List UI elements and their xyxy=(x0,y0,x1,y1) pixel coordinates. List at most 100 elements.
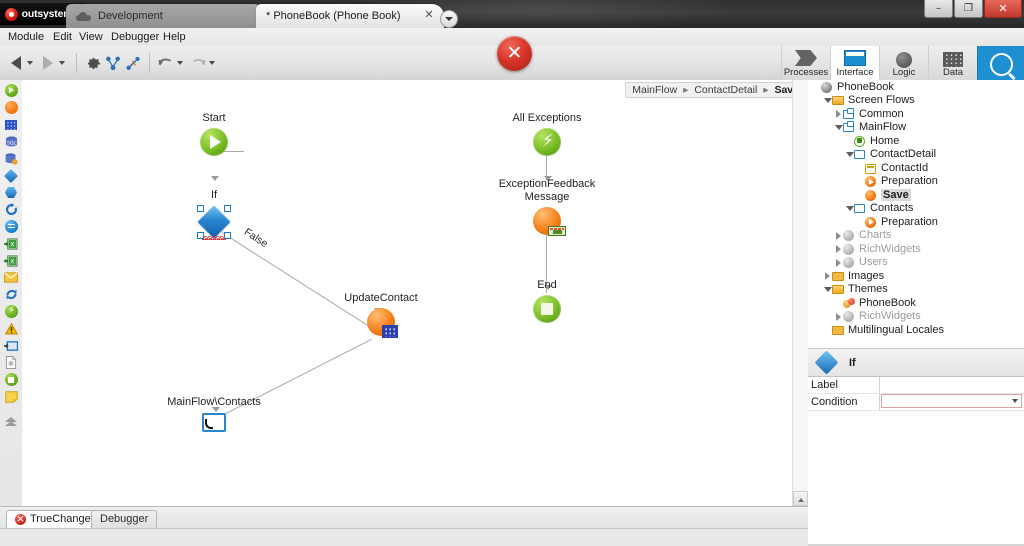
chevron-down-icon[interactable] xyxy=(823,285,832,294)
tree-item-charts[interactable]: Charts xyxy=(808,229,1024,243)
toolbox-external-site[interactable] xyxy=(0,354,22,371)
chevron-right-icon[interactable] xyxy=(834,231,843,240)
property-row-label[interactable]: Label xyxy=(808,377,1024,394)
tree-item-mainflow[interactable]: MainFlow xyxy=(808,121,1024,135)
undo-button[interactable] xyxy=(156,50,176,76)
back-dropdown-icon[interactable] xyxy=(27,61,33,65)
chevron-down-icon[interactable] xyxy=(823,96,832,105)
undo-dropdown-icon[interactable] xyxy=(177,61,183,65)
toolbox-for-each[interactable] xyxy=(0,201,22,218)
flow-node-start[interactable]: Start xyxy=(200,112,228,156)
tree-item-contactid[interactable]: ContactId xyxy=(808,161,1024,175)
scroll-up-button[interactable] xyxy=(793,491,808,506)
tree-item-themes[interactable]: Themes xyxy=(808,283,1024,297)
chevron-right-icon[interactable] xyxy=(834,312,843,321)
tree-item-phonebook[interactable]: PhoneBook xyxy=(808,296,1024,310)
chevron-right-icon[interactable] xyxy=(823,271,832,281)
maximize-button[interactable]: ❐ xyxy=(954,0,983,18)
tree-item-users[interactable]: Users xyxy=(808,256,1024,270)
flow-node-end[interactable]: End xyxy=(533,279,561,323)
collapse-toolbox-button[interactable] xyxy=(0,413,22,430)
selection-handle-bl[interactable] xyxy=(197,232,204,239)
chevron-down-icon[interactable] xyxy=(845,204,854,213)
close-icon[interactable]: ✕ xyxy=(424,10,434,21)
selection-handle-tr[interactable] xyxy=(224,205,231,212)
flow-node-exception-feedback-message[interactable]: ExceptionFeedback Message xyxy=(499,178,595,236)
tree-item-images[interactable]: Images xyxy=(808,269,1024,283)
section-button-processes[interactable]: Processes xyxy=(781,46,830,80)
forward-dropdown-icon[interactable] xyxy=(59,61,65,65)
chevron-down-icon[interactable] xyxy=(834,123,843,132)
property-value-label[interactable] xyxy=(880,377,1024,393)
tree-item-contactdetail[interactable]: ContactDetail xyxy=(808,148,1024,162)
tree-item-preparation[interactable]: Preparation xyxy=(808,215,1024,229)
tree-item-preparation[interactable]: Preparation xyxy=(808,175,1024,189)
toolbox-assign[interactable] xyxy=(0,218,22,235)
canvas-vertical-scrollbar[interactable] xyxy=(792,80,808,506)
property-row-condition[interactable]: Condition xyxy=(808,394,1024,411)
menu-item-help[interactable]: Help xyxy=(163,31,186,43)
tab-development[interactable]: Development xyxy=(66,4,266,28)
menu-item-module[interactable]: Module xyxy=(8,31,44,43)
tree-item-screen-flows[interactable]: Screen Flows xyxy=(808,94,1024,108)
tree-item-phonebook[interactable]: PhoneBook xyxy=(808,80,1024,94)
menu-item-edit[interactable]: Edit xyxy=(53,31,72,43)
section-button-interface[interactable]: Interface xyxy=(830,46,879,80)
toolbox-excel-export[interactable]: X xyxy=(0,252,22,269)
toolbox-refresh-query[interactable] xyxy=(0,286,22,303)
element-tree[interactable]: PhoneBook Screen Flows Common MainFlow Home C… xyxy=(808,80,1024,349)
selection-handle-br[interactable] xyxy=(224,232,231,239)
property-value-condition[interactable] xyxy=(880,394,1024,410)
breadcrumb-part-contactdetail[interactable]: ContactDetail xyxy=(694,84,757,96)
chevron-right-icon[interactable] xyxy=(834,109,843,119)
tree-item-richwidgets[interactable]: RichWidgets xyxy=(808,242,1024,256)
condition-input[interactable] xyxy=(881,394,1022,408)
tree-item-save[interactable]: Save xyxy=(808,188,1024,202)
toolbox-exception-handler[interactable]: ⚡ xyxy=(0,303,22,320)
toolbox-switch[interactable] xyxy=(0,184,22,201)
redo-button[interactable] xyxy=(188,50,208,76)
tab-phonebook[interactable]: * PhoneBook (Phone Book) ✕ xyxy=(256,4,444,28)
toolbox-sql[interactable]: SQL xyxy=(0,133,22,150)
toolbox-aggregate[interactable] xyxy=(0,116,22,133)
toolbox-send-email[interactable] xyxy=(0,269,22,286)
chevron-down-icon[interactable] xyxy=(440,10,458,28)
flow-node-updatecontact[interactable]: UpdateContact xyxy=(344,292,418,338)
forward-button[interactable] xyxy=(38,50,58,76)
toolbox-excel-import[interactable]: X xyxy=(0,235,22,252)
toolbox-comment[interactable] xyxy=(0,388,22,405)
section-button-logic[interactable]: Logic xyxy=(879,46,928,80)
tab-debugger[interactable]: Debugger xyxy=(91,510,158,528)
tree-item-home[interactable]: Home xyxy=(808,134,1024,148)
toolbox-destination[interactable] xyxy=(0,337,22,354)
chevron-right-icon[interactable] xyxy=(834,258,843,267)
toolbox-end[interactable] xyxy=(0,371,22,388)
section-button-data[interactable]: Data xyxy=(928,46,977,80)
minimize-button[interactable]: – xyxy=(924,0,953,18)
merge-button[interactable] xyxy=(103,50,123,76)
chevron-down-icon[interactable] xyxy=(1012,399,1018,403)
compare-button[interactable] xyxy=(123,50,143,76)
search-button[interactable] xyxy=(977,46,1024,80)
flow-node-all-exceptions[interactable]: All Exceptions ⚡ xyxy=(512,112,582,156)
menu-item-debugger[interactable]: Debugger xyxy=(111,31,159,43)
chevron-down-icon[interactable] xyxy=(845,150,854,159)
toolbox-if[interactable] xyxy=(0,167,22,184)
chevron-right-icon[interactable] xyxy=(834,244,843,254)
redo-dropdown-icon[interactable] xyxy=(209,61,215,65)
toolbox-execute-action[interactable] xyxy=(0,99,22,116)
selection-handle-tl[interactable] xyxy=(197,205,204,212)
toolbox-raise-exception[interactable] xyxy=(0,320,22,337)
tree-item-richwidgets[interactable]: RichWidgets xyxy=(808,310,1024,324)
publish-button[interactable]: ✕ xyxy=(497,36,532,71)
settings-button[interactable] xyxy=(83,50,103,76)
back-button[interactable] xyxy=(6,50,26,76)
tree-item-common[interactable]: Common xyxy=(808,107,1024,121)
flow-canvas[interactable]: MainFlow ▸ ContactDetail ▸ Save False St… xyxy=(22,80,809,507)
toolbox-database[interactable] xyxy=(0,150,22,167)
flow-node-if[interactable]: If xyxy=(197,189,231,240)
menu-item-view[interactable]: View xyxy=(79,31,103,43)
tree-item-contacts[interactable]: Contacts xyxy=(808,202,1024,216)
tree-item-multilingual-locales[interactable]: Multilingual Locales xyxy=(808,323,1024,337)
close-button[interactable]: ✕ xyxy=(984,0,1022,18)
